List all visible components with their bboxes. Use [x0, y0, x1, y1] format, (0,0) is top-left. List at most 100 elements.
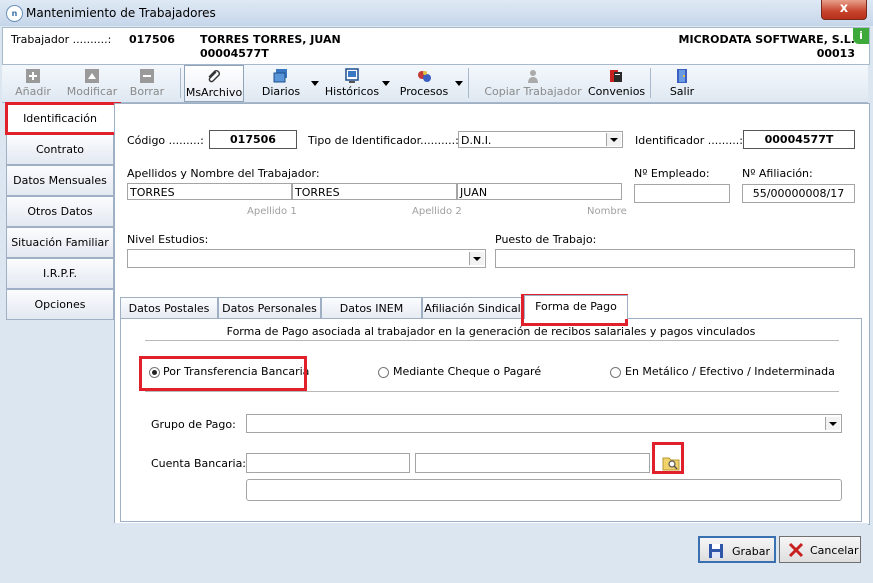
company-code: 00013	[816, 47, 855, 60]
apellido2-sublabel: Apellido 2	[412, 206, 462, 217]
nombre-field[interactable]: JUAN	[457, 183, 622, 200]
copy-worker-button[interactable]: Copiar Trabajador	[483, 65, 583, 102]
identificador-field[interactable]: 00004577T	[743, 130, 855, 149]
search-folder-icon	[662, 457, 680, 471]
nivel-estudios-select[interactable]	[127, 249, 486, 268]
copy-worker-label: Copiar Trabajador	[484, 85, 582, 98]
section-divider	[145, 340, 839, 341]
add-label: Añadir	[15, 85, 51, 98]
cuenta-extra-field[interactable]	[246, 479, 842, 501]
exit-button[interactable]: Salir	[662, 65, 702, 102]
radio-metalico[interactable]	[610, 367, 621, 378]
tipo-identificador-select[interactable]: D.N.I.	[458, 131, 623, 148]
save-icon	[709, 544, 723, 558]
cuenta-bancaria-field-1[interactable]	[246, 453, 410, 473]
msarchivo-button[interactable]: MsArchivo	[184, 65, 244, 102]
trabajador-code: 017506	[129, 33, 175, 46]
nav-contrato[interactable]: Contrato	[6, 134, 114, 165]
nav-opciones[interactable]: Opciones	[6, 289, 114, 320]
section-divider	[145, 391, 839, 392]
diarios-button[interactable]: Diarios	[254, 65, 308, 102]
procesos-icon	[418, 71, 431, 82]
content-panel: Código .........: 017506 Tipo de Identif…	[114, 103, 870, 525]
tab-datos-postales[interactable]: Datos Postales	[120, 297, 218, 319]
cheque-label[interactable]: Mediante Cheque o Pagaré	[393, 365, 541, 378]
cancel-label: Cancelar	[810, 544, 859, 557]
tab-datos-inem[interactable]: Datos INEM	[321, 297, 422, 319]
puesto-label: Puesto de Trabajo:	[495, 233, 597, 246]
toolbar: Añadir Modificar Borrar MsArchivo Diario…	[2, 65, 868, 103]
nafiliacion-label: Nº Afiliación:	[742, 167, 813, 180]
add-icon	[26, 69, 40, 83]
convenios-button[interactable]: Convenios	[588, 65, 646, 102]
transferencia-label[interactable]: Por Transferencia Bancaria	[163, 365, 309, 378]
window-title: Mantenimiento de Trabajadores	[26, 6, 216, 20]
radio-cheque[interactable]	[378, 367, 389, 378]
copy-worker-icon	[528, 70, 538, 83]
msarchivo-label: MsArchivo	[185, 86, 243, 99]
nav-otros-datos[interactable]: Otros Datos	[6, 196, 114, 227]
tab-afiliacion-sindical[interactable]: Afiliación Sindical	[422, 297, 523, 319]
historicos-dropdown-icon[interactable]	[382, 81, 390, 86]
historicos-label: Históricos	[324, 85, 380, 98]
chevron-down-icon[interactable]	[606, 133, 621, 146]
nav-identificacion[interactable]: Identificación	[6, 103, 114, 134]
close-button[interactable]: x	[821, 0, 867, 20]
chevron-down-icon[interactable]	[469, 252, 484, 265]
paperclip-icon	[208, 70, 220, 83]
convenios-label: Convenios	[588, 85, 646, 98]
cancel-icon	[788, 542, 804, 558]
apellido1-field[interactable]: TORRES	[127, 183, 292, 200]
trabajador-label: Trabajador ..........:	[11, 33, 112, 46]
procesos-dropdown-icon[interactable]	[455, 81, 463, 86]
add-button[interactable]: Añadir	[10, 65, 56, 102]
app-icon: n	[6, 5, 23, 22]
diarios-label: Diarios	[261, 85, 301, 98]
modify-label: Modificar	[66, 85, 118, 98]
nav-datos-mensuales[interactable]: Datos Mensuales	[6, 165, 114, 196]
nempleado-field[interactable]	[634, 184, 730, 203]
codigo-field[interactable]: 017506	[209, 130, 297, 149]
puesto-field[interactable]	[495, 249, 855, 268]
cuenta-bancaria-field-2[interactable]	[415, 453, 650, 473]
nafiliacion-field[interactable]: 55/00000008/17	[742, 184, 855, 203]
save-button[interactable]: Grabar	[698, 536, 776, 563]
identificador-label: Identificador .........:	[635, 134, 743, 147]
nav-irpf[interactable]: I.R.P.F.	[6, 258, 114, 289]
worker-header: Trabajador ..........: 017506 TORRES TOR…	[2, 27, 870, 65]
trabajador-id: 00004577T	[200, 47, 269, 60]
nav-situacion-familiar[interactable]: Situación Familiar	[6, 227, 114, 258]
exit-label: Salir	[669, 85, 695, 98]
diarios-dropdown-icon[interactable]	[311, 81, 319, 86]
grupo-pago-select[interactable]	[246, 414, 842, 433]
toolbar-separator	[650, 68, 651, 98]
forma-pago-panel: Forma de Pago asociada al trabajador en …	[120, 318, 862, 522]
info-icon[interactable]: i	[853, 28, 869, 44]
nivel-estudios-label: Nivel Estudios:	[127, 233, 209, 246]
chevron-down-icon[interactable]	[825, 417, 840, 430]
grupo-pago-label: Grupo de Pago:	[151, 418, 236, 431]
modify-button[interactable]: Modificar	[66, 65, 118, 102]
metalico-label[interactable]: En Metálico / Efectivo / Indeterminada	[625, 365, 835, 378]
close-icon: x	[839, 1, 849, 16]
toolbar-separator	[180, 68, 181, 98]
delete-button[interactable]: Borrar	[126, 65, 168, 102]
save-label: Grabar	[732, 545, 771, 558]
historicos-button[interactable]: Históricos	[324, 65, 380, 102]
procesos-button[interactable]: Procesos	[398, 65, 450, 102]
pago-section-title: Forma de Pago asociada al trabajador en …	[226, 325, 756, 338]
tab-forma-de-pago[interactable]: Forma de Pago	[524, 295, 628, 319]
search-account-button[interactable]	[661, 453, 681, 473]
tipo-identificador-label: Tipo de Identificador..........:	[308, 134, 459, 147]
radio-transferencia[interactable]	[149, 367, 160, 378]
delete-label: Borrar	[129, 85, 165, 98]
title-bar: n Mantenimiento de Trabajadores x	[0, 0, 873, 26]
procesos-label: Procesos	[399, 85, 449, 98]
apellido2-field[interactable]: TORRES	[292, 183, 457, 200]
codigo-label: Código .........:	[127, 134, 204, 147]
cancel-button[interactable]: Cancelar	[779, 536, 861, 563]
tab-datos-personales[interactable]: Datos Personales	[218, 297, 321, 319]
modify-icon	[85, 69, 99, 83]
toolbar-separator	[468, 68, 469, 98]
main-window: n Mantenimiento de Trabajadores x Trabaj…	[0, 0, 873, 583]
